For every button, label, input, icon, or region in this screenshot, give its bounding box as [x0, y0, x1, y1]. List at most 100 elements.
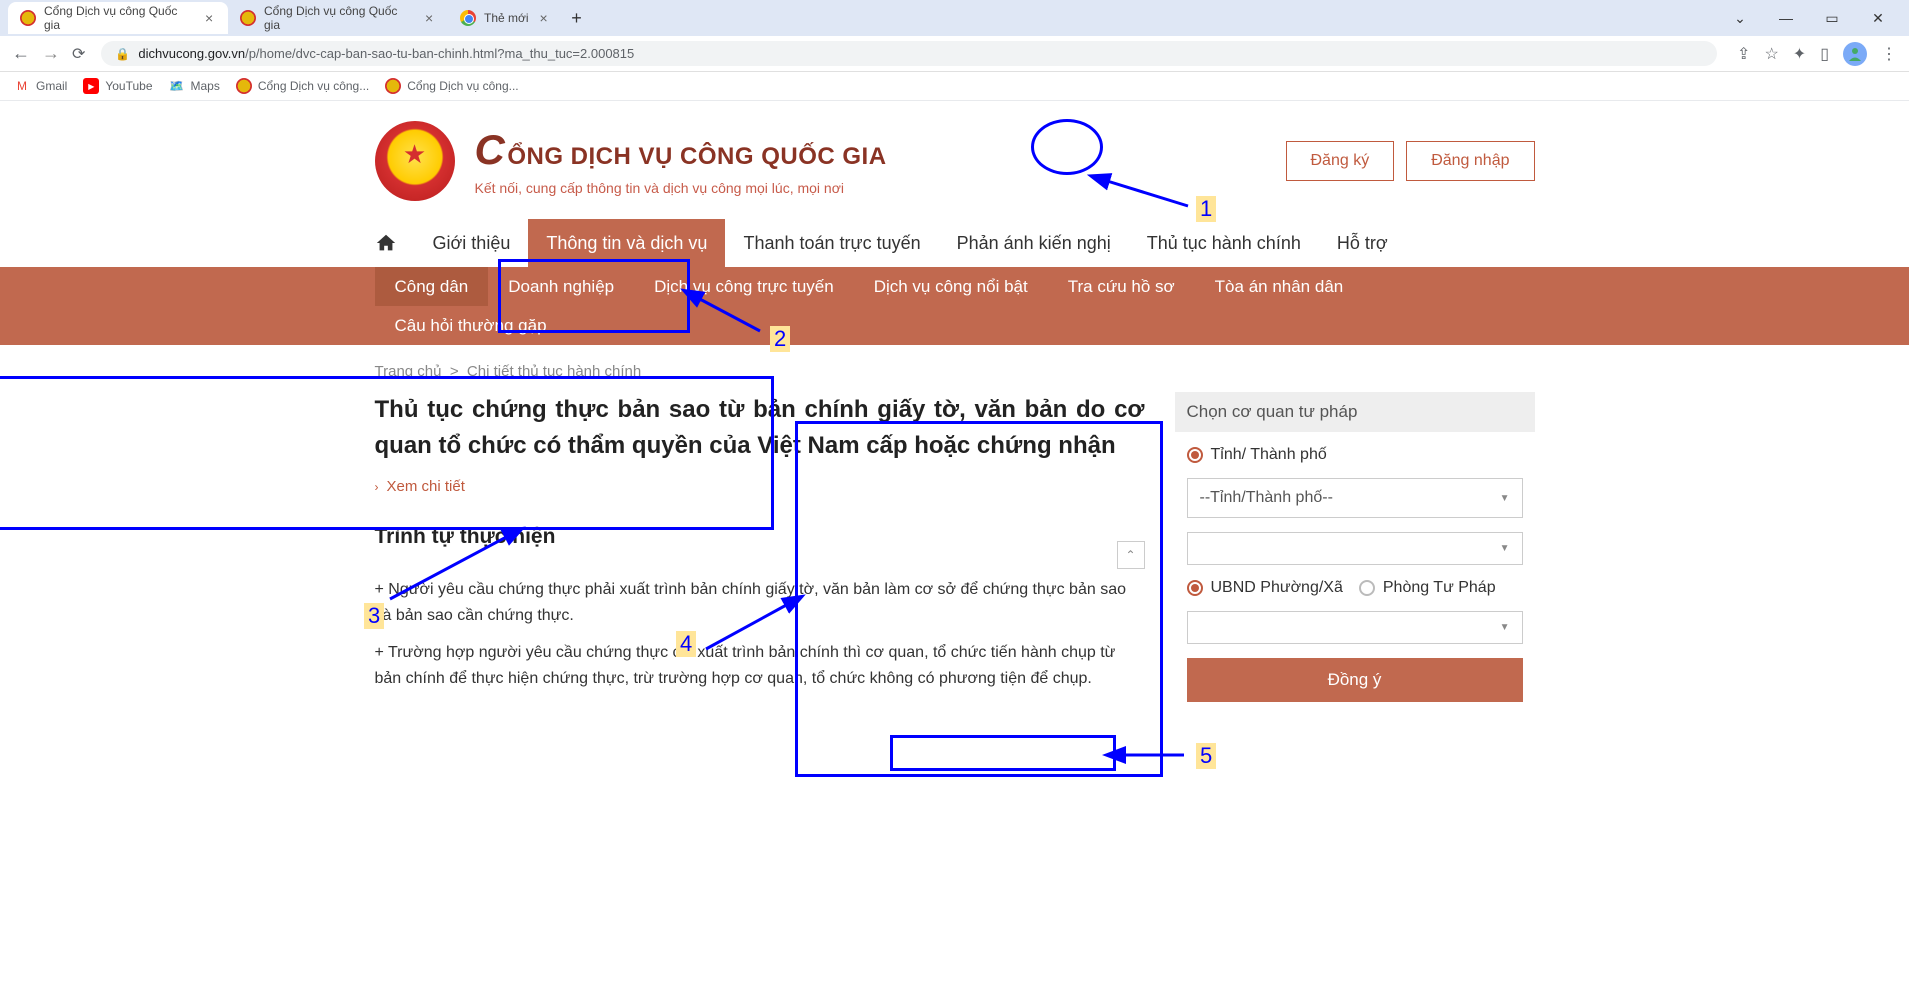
browser-tab[interactable]: Thẻ mới × [448, 2, 563, 34]
radio-label: Phòng Tư Pháp [1383, 579, 1496, 597]
subnav-item-business[interactable]: Doanh nghiệp [488, 267, 634, 306]
tab-title: Cổng Dịch vụ công Quốc gia [44, 4, 194, 32]
chevron-down-icon[interactable]: ⌄ [1725, 10, 1755, 27]
radio-ward-row[interactable]: UBND Phường/Xã [1187, 579, 1343, 597]
chevron-up-icon: ⌃ [1125, 548, 1135, 562]
breadcrumb-current: Chi tiết thủ tục hành chính [467, 363, 641, 380]
register-button[interactable]: Đăng ký [1286, 141, 1395, 181]
bookmark-dvc2[interactable]: Cổng Dịch vụ công... [385, 78, 518, 94]
browser-tab[interactable]: Cổng Dịch vụ công Quốc gia × [228, 2, 448, 34]
site-title: CỔNG DỊCH VỤ CÔNG QUỐC GIA [475, 126, 887, 174]
submit-button[interactable]: Đồng ý [1187, 658, 1523, 702]
main-nav: Giới thiệu Thông tin và dịch vụ Thanh to… [375, 219, 1535, 267]
reload-icon[interactable]: ⟳ [72, 44, 85, 64]
radio-province-row[interactable]: Tỉnh/ Thành phố [1187, 446, 1523, 464]
bookmark-maps[interactable]: 🗺️Maps [169, 78, 220, 94]
bookmarks-bar: MGmail ▶YouTube 🗺️Maps Cổng Dịch vụ công… [0, 72, 1909, 101]
caret-down-icon: ▼ [1500, 543, 1510, 554]
close-window-icon[interactable]: ✕ [1863, 10, 1893, 27]
section-title-procedure: Trình tự thực hiện [375, 525, 1145, 549]
close-icon[interactable]: × [202, 11, 216, 25]
bookmark-star-icon[interactable]: ☆ [1764, 44, 1778, 64]
radio-label: UBND Phường/Xã [1211, 579, 1343, 597]
paragraph: + Người yêu cầu chứng thực phải xuất trì… [375, 577, 1145, 628]
close-icon[interactable]: × [422, 11, 436, 25]
url-input[interactable]: 🔒 dichvucong.gov.vn/p/home/dvc-cap-ban-s… [101, 41, 1717, 66]
subnav-item-online-services[interactable]: Dịch vụ công trực tuyến [634, 267, 854, 306]
subnav-item-faq[interactable]: Câu hỏi thường gặp [375, 306, 1535, 345]
devices-icon[interactable]: ▯ [1820, 44, 1829, 64]
profile-avatar-icon[interactable] [1843, 42, 1867, 66]
close-icon[interactable]: × [537, 11, 551, 25]
maximize-icon[interactable]: ▭ [1817, 10, 1847, 27]
tab-title: Thẻ mới [484, 11, 529, 25]
home-icon[interactable] [375, 219, 415, 267]
breadcrumb-home[interactable]: Trang chủ [375, 363, 442, 380]
nav-item-feedback[interactable]: Phản ánh kiến nghị [939, 219, 1129, 267]
new-tab-button[interactable]: + [563, 4, 591, 32]
tab-bar: Cổng Dịch vụ công Quốc gia × Cổng Dịch v… [0, 0, 1909, 36]
back-icon[interactable]: ← [12, 43, 30, 64]
nav-item-support[interactable]: Hỗ trợ [1319, 219, 1406, 267]
breadcrumb-sep: > [446, 363, 467, 380]
favicon-emblem-icon [20, 10, 36, 26]
bookmark-youtube[interactable]: ▶YouTube [83, 78, 152, 94]
sub-nav: Công dân Doanh nghiệp Dịch vụ công trực … [375, 267, 1535, 345]
login-button[interactable]: Đăng nhập [1406, 141, 1534, 181]
sidebar-panel-title: Chọn cơ quan tư pháp [1175, 392, 1535, 432]
nav-item-procedures[interactable]: Thủ tục hành chính [1129, 219, 1319, 267]
tab-title: Cổng Dịch vụ công Quốc gia [264, 4, 414, 32]
main-column: Thủ tục chứng thực bản sao từ bản chính … [375, 392, 1145, 712]
browser-chrome: Cổng Dịch vụ công Quốc gia × Cổng Dịch v… [0, 0, 1909, 101]
page: CỔNG DỊCH VỤ CÔNG QUỐC GIA Kết nối, cung… [0, 101, 1909, 712]
radio-dept-row[interactable]: Phòng Tư Pháp [1359, 579, 1496, 597]
tagline: Kết nối, cung cấp thông tin và dịch vụ c… [475, 180, 887, 196]
window-controls: ⌄ — ▭ ✕ [1725, 10, 1901, 27]
site-header: CỔNG DỊCH VỤ CÔNG QUỐC GIA Kết nối, cung… [375, 101, 1535, 219]
maps-icon: 🗺️ [169, 78, 185, 94]
share-icon[interactable]: ⇪ [1737, 44, 1750, 64]
procedure-title: Thủ tục chứng thực bản sao từ bản chính … [375, 392, 1145, 464]
select-value: --Tỉnh/Thành phố-- [1200, 489, 1333, 507]
nav-item-intro[interactable]: Giới thiệu [415, 219, 529, 267]
subnav-item-lookup[interactable]: Tra cứu hồ sơ [1048, 267, 1195, 306]
youtube-icon: ▶ [83, 78, 99, 94]
annotation-arrow-5 [1114, 741, 1194, 771]
section-body: + Người yêu cầu chứng thực phải xuất trì… [375, 577, 1145, 691]
collapse-button[interactable]: ⌃ [1117, 541, 1145, 569]
caret-down-icon: ▼ [1500, 622, 1510, 633]
forward-icon[interactable]: → [42, 43, 60, 64]
favicon-emblem-icon [240, 10, 256, 26]
extensions-icon[interactable]: ✦ [1793, 44, 1806, 64]
emblem-icon [236, 78, 252, 94]
subnav-item-court[interactable]: Tòa án nhân dân [1195, 267, 1364, 306]
chevron-right-icon: › [375, 480, 379, 494]
lock-icon: 🔒 [115, 47, 130, 61]
subnav-item-citizen[interactable]: Công dân [375, 267, 489, 306]
radio-icon [1359, 580, 1375, 596]
radio-label: Tỉnh/ Thành phố [1211, 446, 1327, 464]
radio-agency-type: UBND Phường/Xã Phòng Tư Pháp [1187, 579, 1523, 597]
select-district[interactable]: ▼ [1187, 532, 1523, 565]
gmail-icon: M [14, 78, 30, 94]
minimize-icon[interactable]: — [1771, 10, 1801, 27]
address-bar-icons: ⇪ ☆ ✦ ▯ ⋮ [1737, 42, 1897, 66]
bookmark-gmail[interactable]: MGmail [14, 78, 67, 94]
sub-nav-bg: Công dân Doanh nghiệp Dịch vụ công trực … [0, 267, 1909, 345]
national-emblem-icon [375, 121, 455, 201]
select-ward[interactable]: ▼ [1187, 611, 1523, 644]
nav-item-payment[interactable]: Thanh toán trực tuyến [725, 219, 938, 267]
see-more-link[interactable]: › Xem chi tiết [375, 478, 1145, 495]
url-text: dichvucong.gov.vn/p/home/dvc-cap-ban-sao… [138, 46, 634, 61]
browser-tab[interactable]: Cổng Dịch vụ công Quốc gia × [8, 2, 228, 34]
radio-icon [1187, 580, 1203, 596]
emblem-icon [385, 78, 401, 94]
radio-icon [1187, 447, 1203, 463]
subnav-item-featured[interactable]: Dịch vụ công nổi bật [854, 267, 1048, 306]
menu-icon[interactable]: ⋮ [1881, 44, 1897, 64]
breadcrumb: Trang chủ > Chi tiết thủ tục hành chính [375, 345, 1535, 392]
nav-item-info-services[interactable]: Thông tin và dịch vụ [528, 219, 725, 267]
select-province[interactable]: --Tỉnh/Thành phố-- ▼ [1187, 478, 1523, 518]
sidebar-column: Chọn cơ quan tư pháp Tỉnh/ Thành phố --T… [1175, 392, 1535, 712]
bookmark-dvc1[interactable]: Cổng Dịch vụ công... [236, 78, 369, 94]
